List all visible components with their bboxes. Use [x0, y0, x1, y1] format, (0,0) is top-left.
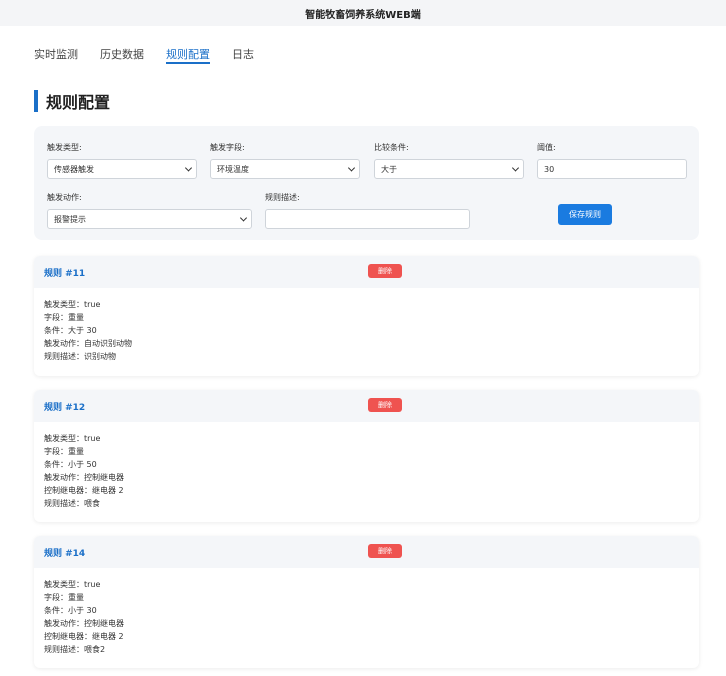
- rule-detail-line: 字段：重量: [44, 313, 84, 322]
- compare-value: 大于: [381, 164, 397, 174]
- title-accent-bar: [34, 90, 38, 112]
- trigger-field-label: 触发字段:: [210, 143, 245, 152]
- save-rule-button[interactable]: 保存规则: [558, 204, 612, 225]
- rule-detail-line: 触发动作：控制继电器: [44, 473, 124, 482]
- app-title: 智能牧畜饲养系统WEB端: [305, 9, 421, 21]
- compare-field: 比较条件: 大于: [374, 142, 524, 179]
- threshold-field: 阈值: 30: [537, 142, 687, 179]
- action-select[interactable]: 报警提示: [47, 209, 252, 229]
- rule-detail-line: 触发动作：控制继电器: [44, 619, 124, 628]
- rule-detail-line: 触发类型：true: [44, 434, 101, 443]
- chevron-down-icon: [239, 214, 248, 222]
- rule-card: 规则 #12 删除 触发类型：true 字段：重量 条件：小于 50 触发动作：…: [34, 390, 699, 522]
- trigger-type-label: 触发类型:: [47, 143, 82, 152]
- threshold-value: 30: [544, 164, 555, 174]
- rule-detail-line: 字段：重量: [44, 447, 84, 456]
- description-field: 规则描述:: [265, 192, 470, 229]
- rule-detail-line: 条件：小于 50: [44, 460, 97, 469]
- rule-form-panel: 触发类型: 传感器触发 触发字段: 环境温度 比较条件: 大于 阈值: 30 触…: [34, 126, 699, 240]
- app-title-bar: 智能牧畜饲养系统WEB端: [0, 0, 726, 26]
- rule-card-header: 规则 #11 删除: [34, 256, 699, 288]
- compare-label: 比较条件:: [374, 143, 409, 152]
- rule-card-body: 触发类型：true 字段：重量 条件：小于 50 触发动作：控制继电器 控制继电…: [34, 422, 699, 518]
- threshold-label: 阈值:: [537, 143, 556, 152]
- rule-title[interactable]: 规则 #12: [44, 400, 85, 413]
- action-field: 触发动作: 报警提示: [47, 192, 252, 229]
- tab-log[interactable]: 日志: [232, 46, 254, 64]
- trigger-field-select[interactable]: 环境温度: [210, 159, 360, 179]
- trigger-field-field: 触发字段: 环境温度: [210, 142, 360, 179]
- rule-detail-line: 规则描述：识别动物: [44, 352, 116, 361]
- rule-detail-line: 控制继电器：继电器 2: [44, 486, 124, 495]
- rule-card-header: 规则 #12 删除: [34, 390, 699, 422]
- delete-rule-button[interactable]: 删除: [368, 264, 402, 278]
- trigger-field-value: 环境温度: [217, 164, 249, 174]
- rule-title[interactable]: 规则 #14: [44, 546, 85, 559]
- delete-rule-button[interactable]: 删除: [368, 398, 402, 412]
- rule-detail-line: 条件：大于 30: [44, 326, 97, 335]
- rule-detail-line: 触发类型：true: [44, 300, 101, 309]
- rule-detail-line: 规则描述：喂食2: [44, 645, 106, 654]
- rule-detail-line: 字段：重量: [44, 593, 84, 602]
- page-title: 规则配置: [46, 93, 111, 112]
- description-label: 规则描述:: [265, 193, 300, 202]
- rule-title[interactable]: 规则 #11: [44, 266, 85, 279]
- rule-card: 规则 #11 删除 触发类型：true 字段：重量 条件：大于 30 触发动作：…: [34, 256, 699, 376]
- rule-detail-line: 控制继电器：继电器 2: [44, 632, 124, 641]
- tab-bar: 实时监测 历史数据 规则配置 日志: [0, 46, 726, 68]
- rule-detail-line: 触发类型：true: [44, 580, 101, 589]
- tab-rule-config[interactable]: 规则配置: [166, 46, 210, 64]
- trigger-type-field: 触发类型: 传感器触发: [47, 142, 197, 179]
- compare-select[interactable]: 大于: [374, 159, 524, 179]
- threshold-input[interactable]: 30: [537, 159, 687, 179]
- action-value: 报警提示: [54, 214, 86, 224]
- tab-history-data[interactable]: 历史数据: [100, 46, 144, 64]
- trigger-type-select[interactable]: 传感器触发: [47, 159, 197, 179]
- trigger-type-value: 传感器触发: [54, 164, 94, 174]
- tab-realtime-monitor[interactable]: 实时监测: [34, 46, 78, 64]
- page-title-wrap: 规则配置: [34, 89, 726, 113]
- delete-rule-button[interactable]: 删除: [368, 544, 402, 558]
- rule-card-header: 规则 #14 删除: [34, 536, 699, 568]
- rule-detail-line: 触发动作：自动识别动物: [44, 339, 132, 348]
- chevron-down-icon: [511, 164, 520, 172]
- rule-card-body: 触发类型：true 字段：重量 条件：小于 30 触发动作：控制继电器 控制继电…: [34, 568, 699, 664]
- rule-card-body: 触发类型：true 字段：重量 条件：大于 30 触发动作：自动识别动物 规则描…: [34, 288, 699, 371]
- chevron-down-icon: [347, 164, 356, 172]
- rule-detail-line: 规则描述：喂食: [44, 499, 100, 508]
- rule-card: 规则 #14 删除 触发类型：true 字段：重量 条件：小于 30 触发动作：…: [34, 536, 699, 668]
- action-label: 触发动作:: [47, 193, 82, 202]
- chevron-down-icon: [184, 164, 193, 172]
- description-input[interactable]: [265, 209, 470, 229]
- rule-detail-line: 条件：小于 30: [44, 606, 97, 615]
